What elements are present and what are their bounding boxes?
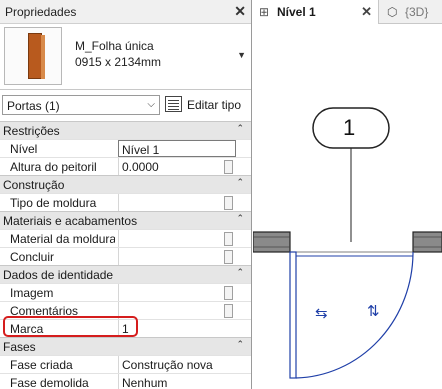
wall-left (253, 231, 291, 253)
collapse-icon[interactable]: ⌃ (236, 267, 244, 278)
door-thumbnail-icon (4, 27, 62, 85)
category-construcao[interactable]: Construção ⌃ (0, 175, 251, 193)
property-value: Construção nova (122, 358, 213, 372)
property-name: Material da moldura (10, 232, 115, 246)
properties-title: Propriedades (5, 5, 77, 19)
properties-palette: Propriedades ✕ M_Folha única 0915 x 2134… (0, 0, 252, 389)
property-row-altura-peitoril[interactable]: Altura do peitoril 0.0000 (0, 157, 251, 175)
tab-label: {3D} (405, 5, 429, 19)
category-dados-identidade[interactable]: Dados de identidade ⌃ (0, 265, 251, 283)
property-value-field[interactable] (118, 194, 236, 211)
category-materiais[interactable]: Materiais e acabamentos ⌃ (0, 211, 251, 229)
instance-filter-dropdown[interactable]: Portas (1) ⌵ (2, 95, 160, 115)
door-tag-number: 1 (343, 115, 356, 140)
floor-plan-icon: ⊞ (259, 5, 270, 19)
family-name: M_Folha única (75, 39, 154, 53)
property-name: Altura do peitoril (10, 160, 97, 174)
category-fases[interactable]: Fases ⌃ (0, 337, 251, 355)
door-swing-arc (295, 251, 414, 379)
collapse-icon[interactable]: ⌃ (236, 123, 244, 134)
wall-right (412, 231, 442, 253)
category-label: Fases (3, 340, 36, 354)
property-value: 0.0000 (122, 160, 159, 174)
close-icon[interactable]: ✕ (234, 3, 246, 20)
drawing-area: ⊞ Nível 1 ✕ ⬡ {3D} ⇆ ⇅ 1 (253, 0, 442, 389)
close-icon[interactable]: ✕ (361, 4, 372, 20)
instance-filter-value: Portas (1) (7, 99, 60, 113)
view-tabs: ⊞ Nível 1 ✕ ⬡ {3D} (253, 0, 442, 24)
property-row-fase-criada[interactable]: Fase criada Construção nova (0, 355, 251, 373)
browse-button[interactable] (224, 286, 233, 300)
browse-button[interactable] (224, 250, 233, 264)
property-value-field[interactable]: Nível 1 (118, 140, 236, 157)
type-name: M_Folha única 0915 x 2134mm (75, 38, 161, 70)
property-name: Fase demolida (10, 376, 89, 389)
properties-grid: Restrições ⌃ Nível Nível 1 Altura do pei… (0, 121, 251, 389)
category-label: Construção (3, 178, 65, 192)
category-label: Materiais e acabamentos (3, 214, 138, 228)
browse-button[interactable] (224, 304, 233, 318)
chevron-down-icon: ⌵ (147, 99, 155, 110)
edit-type-label: Editar tipo (187, 98, 242, 112)
property-row-material-moldura[interactable]: Material da moldura (0, 229, 251, 247)
property-value-field[interactable] (118, 248, 236, 265)
property-value-field[interactable] (118, 284, 236, 301)
door-leaf (289, 251, 297, 379)
browse-button[interactable] (224, 196, 233, 210)
property-row-tipo-moldura[interactable]: Tipo de moldura (0, 193, 251, 211)
property-name: Fase criada (10, 358, 73, 372)
property-value-field[interactable]: Construção nova (118, 356, 236, 373)
flip-horizontal-icon[interactable]: ⇆ (315, 304, 328, 322)
floor-plan-canvas[interactable]: ⇆ ⇅ 1 (253, 24, 442, 389)
category-label: Restrições (3, 124, 60, 138)
floor-plan-drawing (253, 107, 442, 379)
collapse-icon[interactable]: ⌃ (236, 339, 244, 350)
flip-vertical-icon[interactable]: ⇅ (367, 302, 380, 320)
browse-button[interactable] (224, 232, 233, 246)
property-row-nivel[interactable]: Nível Nível 1 (0, 139, 251, 157)
property-name: Nível (10, 142, 38, 156)
property-name: Tipo de moldura (10, 196, 97, 210)
property-row-fase-demolida[interactable]: Fase demolida Nenhum (0, 373, 251, 389)
tab-label: Nível 1 (277, 5, 316, 19)
dropdown-arrow-icon[interactable]: ▼ (237, 50, 246, 60)
type-size: 0915 x 2134mm (75, 55, 162, 69)
browse-button[interactable] (224, 160, 233, 174)
property-name: Imagem (10, 286, 54, 300)
category-restricoes[interactable]: Restrições ⌃ (0, 121, 251, 139)
tab-nivel-1[interactable]: ⊞ Nível 1 ✕ (253, 0, 379, 24)
property-row-concluir[interactable]: Concluir (0, 247, 251, 265)
instance-filter-row: Portas (1) ⌵ Editar tipo (0, 92, 251, 118)
tab-3d[interactable]: ⬡ {3D} (381, 0, 442, 24)
collapse-icon[interactable]: ⌃ (236, 177, 244, 188)
category-label: Dados de identidade (3, 268, 114, 282)
marca-highlight (3, 316, 138, 337)
3d-view-icon: ⬡ (387, 5, 398, 19)
property-name: Concluir (10, 250, 55, 264)
property-value-field[interactable]: 0.0000 (118, 158, 236, 175)
edit-type-icon (165, 96, 182, 112)
type-selector[interactable]: M_Folha única 0915 x 2134mm ▼ (0, 24, 251, 90)
property-row-imagem[interactable]: Imagem (0, 283, 251, 301)
property-value-field[interactable]: Nenhum (118, 374, 236, 389)
property-value-field[interactable] (118, 230, 236, 247)
properties-title-bar: Propriedades ✕ (0, 0, 251, 24)
property-value: Nenhum (122, 376, 168, 389)
collapse-icon[interactable]: ⌃ (236, 213, 244, 224)
property-value: Nível 1 (122, 143, 160, 157)
